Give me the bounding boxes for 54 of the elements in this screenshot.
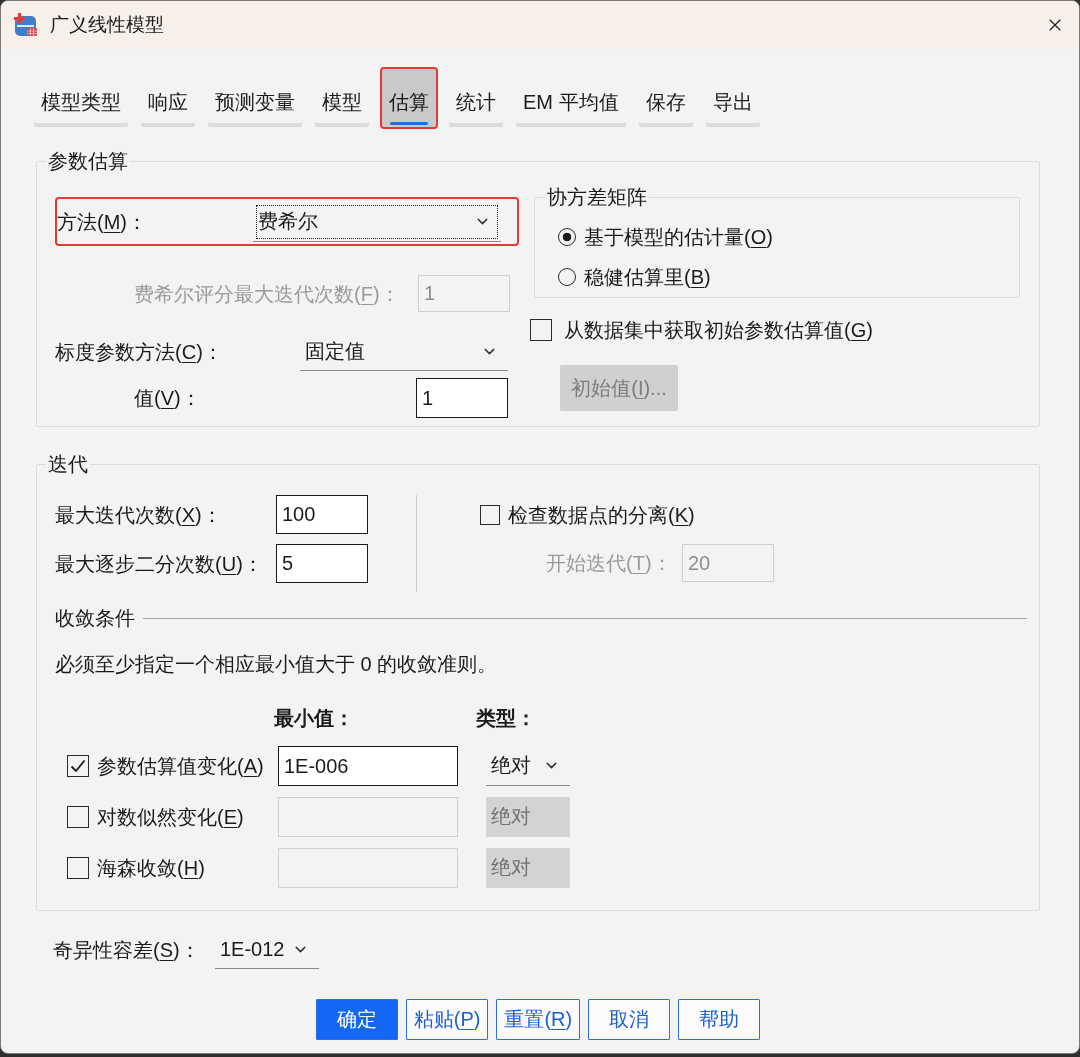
- checkbox[interactable]: [480, 504, 500, 525]
- group-title: 协方差矩阵: [546, 185, 648, 209]
- dialog-button[interactable]: 确定: [315, 999, 398, 1040]
- checkbox[interactable]: [67, 857, 89, 879]
- text-field[interactable]: 5: [276, 544, 368, 583]
- tab[interactable]: 估算: [380, 67, 438, 129]
- dialog-button[interactable]: 取消: [588, 999, 671, 1040]
- field-label: 标度参数方法(C)：: [55, 340, 223, 364]
- radio-button[interactable]: [558, 228, 576, 246]
- group-title: 参数估算: [47, 149, 129, 173]
- tab[interactable]: 模型类型: [32, 67, 130, 129]
- grid-tile-icon: [14, 13, 38, 37]
- text-field[interactable]: 1E-006: [278, 746, 458, 786]
- text-field[interactable]: [278, 797, 458, 837]
- tab[interactable]: 保存: [636, 67, 695, 129]
- field-label: 方法(M)：: [57, 209, 148, 234]
- checkbox[interactable]: [67, 755, 89, 777]
- radio-label[interactable]: 基于模型的估计量(O): [584, 225, 773, 249]
- checkbox-label[interactable]: 参数估算值变化(A): [97, 754, 264, 778]
- field-label: 最大迭代次数(X)：: [55, 502, 222, 527]
- text-field[interactable]: [278, 848, 458, 888]
- field-label: 最大逐步二分次数(U)：: [55, 551, 263, 576]
- group-title: 迭代: [47, 452, 89, 476]
- checkbox-label[interactable]: 海森收敛(H): [97, 856, 205, 880]
- tab[interactable]: 导出: [703, 67, 762, 129]
- tab[interactable]: EM 平均值: [514, 67, 628, 129]
- field-label: 奇异性容差(S)：: [53, 938, 201, 962]
- field-label: 费希尔评分最大迭代次数(F)：: [134, 281, 400, 306]
- window-title: 广义线性模型: [50, 13, 164, 37]
- dropdown[interactable]: 费希尔: [253, 201, 501, 242]
- text-field[interactable]: 100: [276, 495, 368, 534]
- tab[interactable]: 响应: [139, 67, 197, 129]
- instruction-text: 必须至少指定一个相应最小值大于 0 的收敛准则。: [55, 652, 499, 676]
- tab[interactable]: 模型: [313, 67, 371, 129]
- dialog-button[interactable]: 重置(R): [496, 999, 581, 1040]
- dialog-button[interactable]: 帮助: [678, 999, 761, 1040]
- dropdown[interactable]: 固定值: [300, 333, 508, 371]
- tab[interactable]: 统计: [447, 67, 505, 129]
- checkbox-label[interactable]: 对数似然变化(E): [97, 805, 244, 829]
- field-label: 值(V)：: [134, 386, 201, 410]
- text-field[interactable]: 1: [416, 378, 508, 418]
- checkbox[interactable]: [530, 319, 552, 341]
- checkbox-label[interactable]: 检查数据点的分离(K): [508, 502, 695, 527]
- column-header: 类型：: [476, 706, 536, 730]
- column-header: 最小值：: [274, 706, 355, 730]
- radio-label[interactable]: 稳健估算里(B): [584, 265, 711, 289]
- field-label: 开始迭代(T)：: [546, 551, 673, 575]
- checkbox[interactable]: [67, 806, 89, 828]
- dialog-button[interactable]: 粘贴(P): [405, 999, 489, 1040]
- checkbox-label[interactable]: 从数据集中获取初始参数估算值(G): [564, 318, 873, 342]
- tab[interactable]: 预测变量: [206, 67, 304, 129]
- dropdown[interactable]: 1E-012: [215, 931, 319, 969]
- dropdown[interactable]: 绝对: [486, 746, 570, 786]
- section-heading: 收敛条件: [55, 606, 135, 630]
